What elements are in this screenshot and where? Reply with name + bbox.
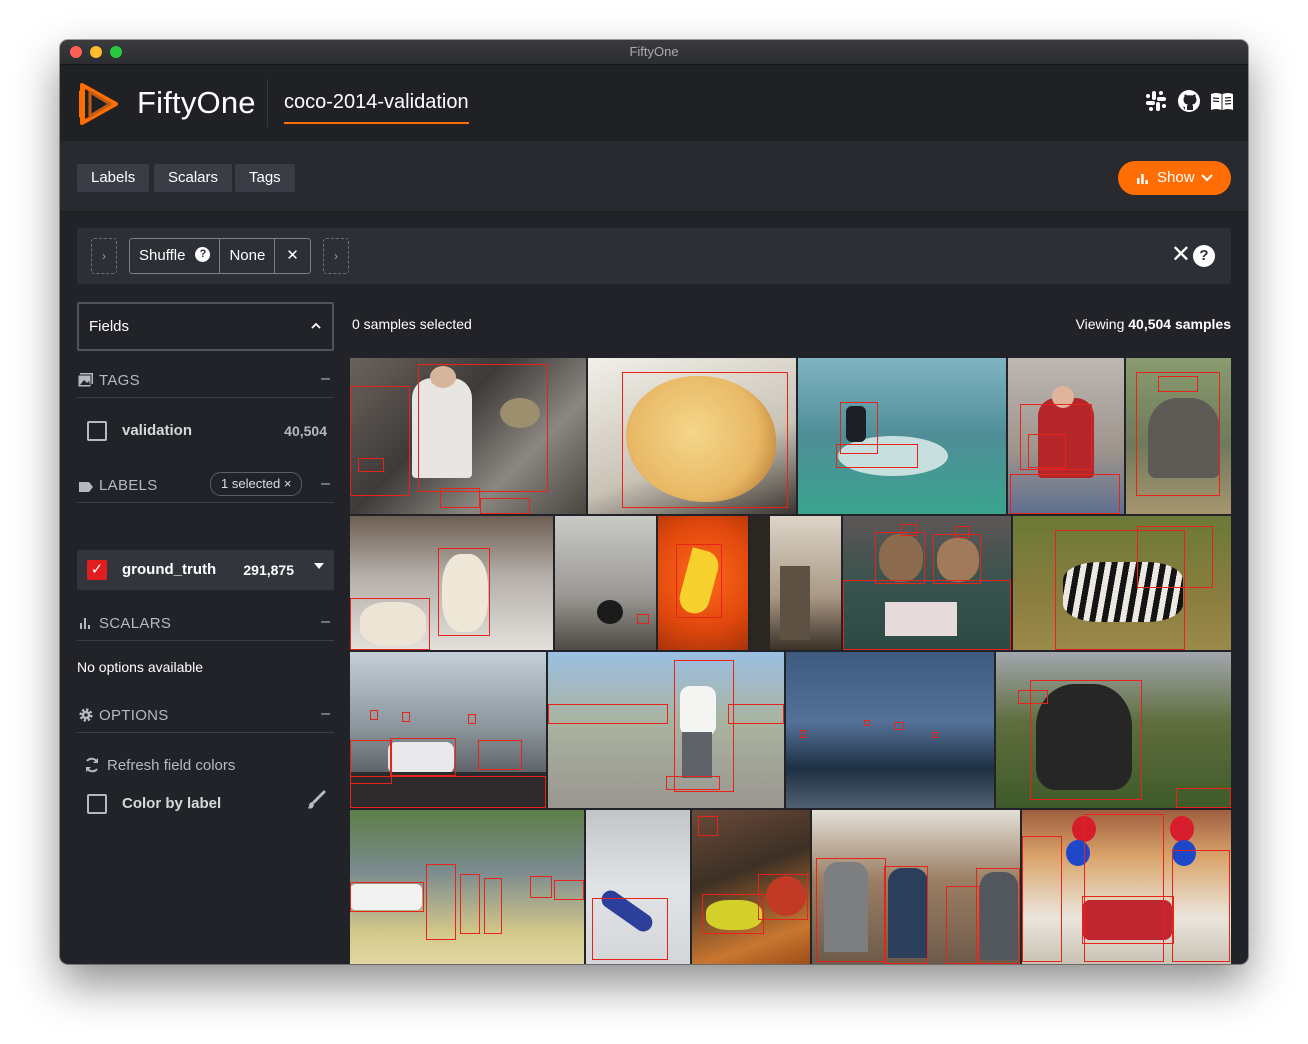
refresh-label: Refresh field colors	[107, 757, 236, 774]
scalars-header-label: SCALARS	[99, 615, 172, 632]
sample-thumbnail[interactable]	[812, 810, 1020, 964]
show-button[interactable]: Show	[1118, 161, 1231, 195]
paintbrush-icon[interactable]	[306, 790, 326, 810]
gear-icon	[79, 708, 93, 722]
add-stage-button-left[interactable]: ›	[91, 238, 117, 274]
collapse-labels-icon[interactable]: –	[321, 475, 330, 493]
sample-grid	[350, 358, 1231, 964]
collapse-scalars-icon[interactable]: –	[321, 613, 330, 631]
sample-thumbnail[interactable]	[750, 516, 841, 650]
labels-header-label: LABELS	[99, 477, 158, 494]
github-icon[interactable]	[1177, 89, 1201, 113]
app-name[interactable]: FiftyOne	[137, 85, 256, 121]
sample-thumbnail[interactable]	[350, 516, 553, 650]
sample-thumbnail[interactable]	[586, 810, 690, 964]
viewing-prefix: Viewing	[1075, 316, 1129, 332]
sample-thumbnail[interactable]	[350, 652, 546, 808]
sample-thumbnail[interactable]	[798, 358, 1006, 514]
sample-thumbnail[interactable]	[548, 652, 784, 808]
color-by-label-checkbox[interactable]	[87, 794, 107, 814]
sample-thumbnail[interactable]	[786, 652, 994, 808]
color-by-label-label[interactable]: Color by label	[122, 795, 221, 812]
sample-thumbnail[interactable]	[1022, 810, 1231, 964]
header-links	[1144, 89, 1234, 113]
stage-param-seed[interactable]: None	[219, 239, 274, 273]
image-icon	[78, 373, 93, 388]
stage-help-icon[interactable]: ?	[195, 246, 211, 262]
view-help-icon[interactable]: ?	[1193, 245, 1215, 267]
slack-icon[interactable]	[1144, 89, 1168, 113]
sample-thumbnail[interactable]	[588, 358, 796, 514]
stage-remove-icon[interactable]: ✕	[274, 239, 310, 273]
clear-view-icon[interactable]: ✕	[1171, 242, 1191, 268]
tag-validation-checkbox[interactable]	[87, 421, 107, 441]
sample-thumbnail[interactable]	[350, 810, 584, 964]
sample-thumbnail[interactable]	[658, 516, 748, 650]
viewing-total: 40,504 samples	[1128, 316, 1231, 332]
sample-thumbnail[interactable]	[692, 810, 810, 964]
show-label: Show	[1157, 169, 1195, 186]
sidebar: Fields TAGS – validation 40,504 LABELS 1…	[77, 302, 334, 964]
chevron-down-icon	[1201, 174, 1213, 182]
dataset-selector[interactable]: coco-2014-validation	[284, 91, 469, 124]
sample-thumbnail[interactable]	[1013, 516, 1231, 650]
ground-truth-checkbox[interactable]: ✓	[87, 560, 107, 580]
bar-chart-icon	[1134, 170, 1151, 187]
titlebar: FiftyOne	[60, 40, 1248, 65]
options-section-header[interactable]: OPTIONS –	[77, 702, 334, 733]
tag-validation-count: 40,504	[284, 423, 327, 439]
window-title: FiftyOne	[629, 44, 679, 59]
add-stage-button-right[interactable]: ›	[323, 238, 349, 274]
toolbar: Labels Scalars Tags Show	[60, 141, 1248, 212]
fields-dropdown[interactable]: Fields	[77, 302, 334, 351]
header-divider	[267, 79, 268, 127]
bar-chart-icon	[80, 618, 90, 629]
refresh-field-colors-button[interactable]: Refresh field colors	[83, 756, 235, 774]
tab-tags[interactable]: Tags	[235, 164, 295, 192]
sample-thumbnail[interactable]	[996, 652, 1231, 808]
app-window: FiftyOne FiftyOne coco-2014-validation L…	[60, 40, 1248, 964]
fields-label: Fields	[89, 318, 130, 335]
label-icon	[79, 482, 93, 492]
sample-thumbnail[interactable]	[555, 516, 656, 650]
view-bar: › Shuffle? None ✕ › ✕ ?	[77, 228, 1231, 284]
fiftyone-logo-icon[interactable]	[76, 81, 122, 127]
view-stage-shuffle[interactable]: Shuffle? None ✕	[129, 238, 311, 274]
ground-truth-label: ground_truth	[122, 561, 217, 578]
samples-selected-text: 0 samples selected	[352, 316, 472, 332]
ground-truth-count: 291,875	[243, 562, 294, 578]
tags-header-label: TAGS	[99, 372, 140, 389]
label-field-ground-truth[interactable]: ✓ ground_truth 291,875	[77, 550, 334, 590]
chevron-up-icon	[311, 322, 321, 329]
options-header-label: OPTIONS	[99, 707, 169, 724]
stage-name[interactable]: Shuffle?	[130, 239, 219, 273]
labels-section-header[interactable]: LABELS 1 selected × –	[77, 472, 334, 503]
refresh-icon	[86, 757, 98, 773]
tab-labels[interactable]: Labels	[77, 164, 150, 192]
sample-thumbnail[interactable]	[1126, 358, 1231, 514]
collapse-tags-icon[interactable]: –	[321, 370, 330, 388]
selected-labels-pill[interactable]: 1 selected ×	[210, 472, 303, 496]
app-header: FiftyOne coco-2014-validation	[60, 65, 1248, 141]
stage-name-label: Shuffle	[139, 247, 186, 264]
tag-validation-label[interactable]: validation	[122, 422, 192, 439]
scalars-empty-text: No options available	[77, 659, 204, 675]
scalars-section-header[interactable]: SCALARS –	[77, 610, 334, 641]
tags-section-header[interactable]: TAGS –	[77, 367, 334, 398]
sample-thumbnail[interactable]	[843, 516, 1011, 650]
caret-down-icon[interactable]	[314, 563, 324, 569]
samples-panel: 0 samples selected Viewing 40,504 sample…	[350, 302, 1231, 964]
viewing-count: Viewing 40,504 samples	[1076, 316, 1231, 332]
tab-scalars[interactable]: Scalars	[154, 164, 233, 192]
sample-thumbnail[interactable]	[1008, 358, 1124, 514]
sample-thumbnail[interactable]	[350, 358, 586, 514]
docs-icon[interactable]	[1210, 89, 1234, 113]
collapse-options-icon[interactable]: –	[321, 705, 330, 723]
